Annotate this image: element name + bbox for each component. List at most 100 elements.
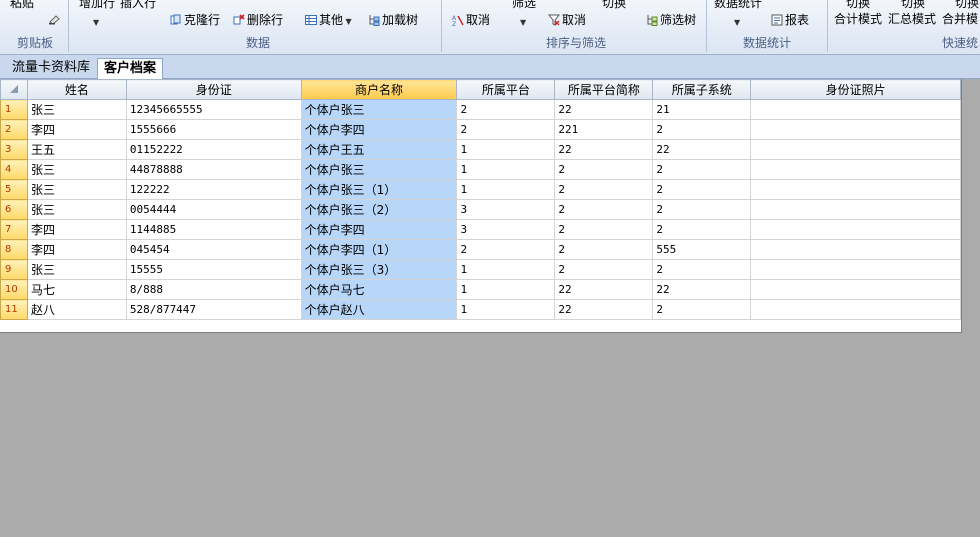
merchant-name-cell[interactable]: 个体户李四: [300, 219, 458, 240]
id-photo-cell[interactable]: [750, 99, 961, 120]
merchant-name-cell[interactable]: 个体户张三: [300, 99, 458, 120]
row-number[interactable]: 9: [0, 259, 28, 280]
delete-row-button[interactable]: 删除行: [233, 13, 283, 27]
platform-cell[interactable]: 2: [456, 99, 556, 120]
platform-abbr-cell[interactable]: 221: [554, 119, 654, 140]
subsystem-cell[interactable]: 2: [652, 159, 752, 180]
platform-abbr-cell[interactable]: 22: [554, 99, 654, 120]
add-row-dropdown-icon[interactable]: ▼: [93, 16, 99, 30]
subsystem-cell[interactable]: 2: [652, 299, 752, 320]
column-header-platform[interactable]: 所属平台: [456, 79, 556, 100]
row-number[interactable]: 1: [0, 99, 28, 120]
row-number[interactable]: 7: [0, 219, 28, 240]
column-header-id-photo[interactable]: 身份证照片: [750, 79, 961, 100]
name-cell[interactable]: 张三: [26, 199, 127, 220]
platform-abbr-cell[interactable]: 2: [554, 199, 654, 220]
column-header-platform-abbr[interactable]: 所属平台简称: [554, 79, 654, 100]
format-painter-icon[interactable]: [48, 13, 62, 28]
subsystem-cell[interactable]: 555: [652, 239, 752, 260]
id-photo-cell[interactable]: [750, 199, 961, 220]
id-photo-cell[interactable]: [750, 299, 961, 320]
name-cell[interactable]: 赵八: [26, 299, 127, 320]
subsystem-cell[interactable]: 22: [652, 139, 752, 160]
merchant-name-cell[interactable]: 个体户王五: [300, 139, 458, 160]
report-button[interactable]: 报表: [771, 13, 809, 27]
name-cell[interactable]: 李四: [26, 119, 127, 140]
platform-abbr-cell[interactable]: 2: [554, 239, 654, 260]
name-cell[interactable]: 张三: [26, 259, 127, 280]
id-card-cell[interactable]: 528/877447: [125, 299, 302, 320]
platform-cell[interactable]: 1: [456, 299, 556, 320]
row-number[interactable]: 8: [0, 239, 28, 260]
other-button[interactable]: 其他 ▼: [305, 13, 352, 29]
filter-button[interactable]: 筛选: [512, 0, 536, 10]
row-number[interactable]: 10: [0, 279, 28, 300]
row-number[interactable]: 6: [0, 199, 28, 220]
platform-abbr-cell[interactable]: 22: [554, 279, 654, 300]
merge-mode-button[interactable]: 合并模: [942, 12, 978, 26]
id-photo-cell[interactable]: [750, 159, 961, 180]
id-photo-cell[interactable]: [750, 139, 961, 160]
column-header-merchant-name[interactable]: 商户名称: [300, 79, 458, 100]
tab-traffic-card-library[interactable]: 流量卡资料库: [6, 58, 96, 79]
column-header-subsystem[interactable]: 所属子系统: [652, 79, 752, 100]
id-photo-cell[interactable]: [750, 119, 961, 140]
summary-mode-button[interactable]: 汇总模式: [888, 12, 936, 26]
table-row[interactable]: 10 马七 8/888 个体户马七 1 22 22: [0, 279, 961, 300]
merchant-name-cell[interactable]: 个体户张三（1）: [300, 179, 458, 200]
id-photo-cell[interactable]: [750, 179, 961, 200]
merchant-name-cell[interactable]: 个体户赵八: [300, 299, 458, 320]
merchant-name-cell[interactable]: 个体户李四（1）: [300, 239, 458, 260]
id-card-cell[interactable]: 12345665555: [125, 99, 302, 120]
name-cell[interactable]: 张三: [26, 99, 127, 120]
load-tree-button[interactable]: 加载树: [368, 13, 418, 27]
name-cell[interactable]: 李四: [26, 239, 127, 260]
platform-cell[interactable]: 2: [456, 119, 556, 140]
platform-cell[interactable]: 3: [456, 219, 556, 240]
merchant-name-cell[interactable]: 个体户张三（3）: [300, 259, 458, 280]
merchant-name-cell[interactable]: 个体户张三: [300, 159, 458, 180]
platform-abbr-cell[interactable]: 22: [554, 139, 654, 160]
id-photo-cell[interactable]: [750, 279, 961, 300]
merchant-name-cell[interactable]: 个体户马七: [300, 279, 458, 300]
table-row[interactable]: 5 张三 122222 个体户张三（1） 1 2 2: [0, 179, 961, 200]
subsystem-cell[interactable]: 2: [652, 199, 752, 220]
id-card-cell[interactable]: 8/888: [125, 279, 302, 300]
filter-tree-button[interactable]: 筛选树: [646, 13, 696, 27]
platform-abbr-cell[interactable]: 2: [554, 159, 654, 180]
table-row[interactable]: 1 张三 12345665555 个体户张三 2 22 21: [0, 99, 961, 120]
platform-abbr-cell[interactable]: 2: [554, 259, 654, 280]
subsystem-cell[interactable]: 2: [652, 259, 752, 280]
row-number[interactable]: 2: [0, 119, 28, 140]
platform-cell[interactable]: 3: [456, 199, 556, 220]
id-photo-cell[interactable]: [750, 259, 961, 280]
id-card-cell[interactable]: 01152222: [125, 139, 302, 160]
column-header-name[interactable]: 姓名: [26, 79, 127, 100]
id-card-cell[interactable]: 1144885: [125, 219, 302, 240]
platform-cell[interactable]: 2: [456, 239, 556, 260]
column-header-id-card[interactable]: 身份证: [125, 79, 302, 100]
platform-cell[interactable]: 1: [456, 259, 556, 280]
platform-cell[interactable]: 1: [456, 179, 556, 200]
platform-abbr-cell[interactable]: 22: [554, 299, 654, 320]
subsystem-cell[interactable]: 2: [652, 179, 752, 200]
add-row-button[interactable]: 增加行: [79, 0, 115, 10]
total-mode-button[interactable]: 合计模式: [834, 12, 882, 26]
cancel-filter-button[interactable]: 取消: [548, 13, 586, 27]
clone-row-button[interactable]: 克隆行: [170, 13, 220, 27]
subsystem-cell[interactable]: 2: [652, 119, 752, 140]
cancel-sort-button[interactable]: A Z 取消: [452, 13, 490, 27]
platform-cell[interactable]: 1: [456, 139, 556, 160]
merchant-name-cell[interactable]: 个体户李四: [300, 119, 458, 140]
row-number[interactable]: 4: [0, 159, 28, 180]
id-card-cell[interactable]: 045454: [125, 239, 302, 260]
paste-button[interactable]: 粘贴: [10, 0, 34, 10]
id-photo-cell[interactable]: [750, 219, 961, 240]
data-stats-dropdown-icon[interactable]: ▼: [734, 16, 740, 30]
table-row[interactable]: 6 张三 0054444 个体户张三（2） 3 2 2: [0, 199, 961, 220]
platform-cell[interactable]: 1: [456, 159, 556, 180]
table-row[interactable]: 9 张三 15555 个体户张三（3） 1 2 2: [0, 259, 961, 280]
name-cell[interactable]: 王五: [26, 139, 127, 160]
select-all-corner[interactable]: [0, 79, 28, 100]
subsystem-cell[interactable]: 22: [652, 279, 752, 300]
